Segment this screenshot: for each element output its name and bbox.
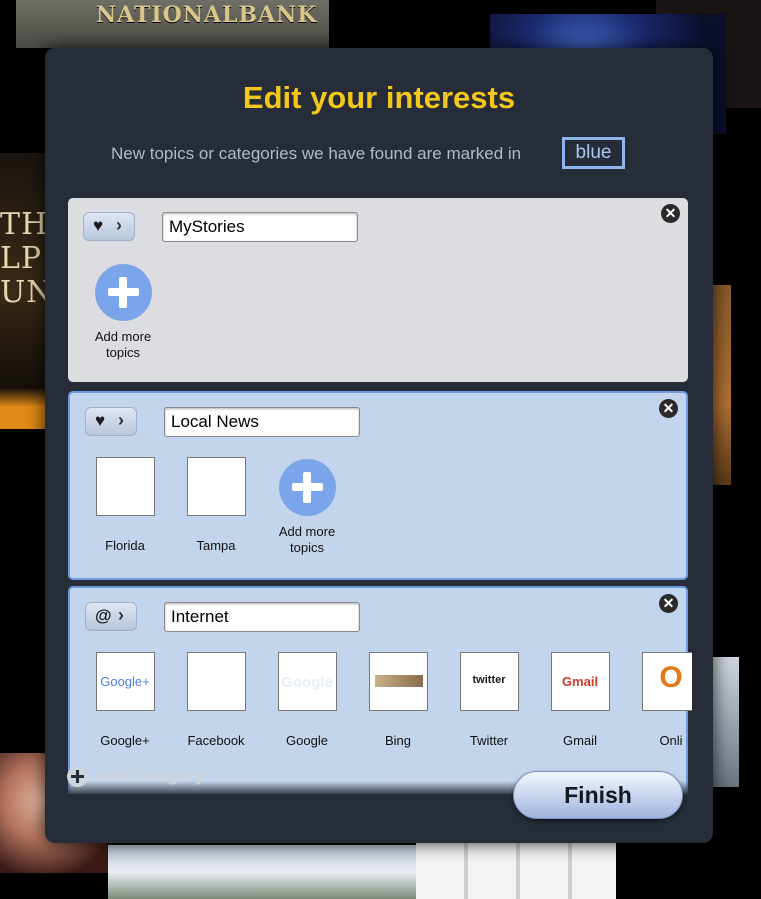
heart-icon: ♥	[93, 216, 104, 235]
category-name-input[interactable]	[164, 602, 360, 632]
category-name-input[interactable]	[162, 212, 358, 242]
screen: NATIONALBANK THI LP UNT Edit your intere…	[0, 0, 761, 899]
edit-interests-dialog: Edit your interests New topics or catego…	[45, 48, 713, 843]
topic-tile[interactable]: Google+ Google+	[85, 652, 165, 748]
topic-thumbnail	[368, 652, 428, 711]
topic-thumbnail	[95, 457, 155, 516]
add-topics-button[interactable]: Add more topics	[83, 264, 163, 361]
remove-category-button[interactable]: ✕	[661, 204, 680, 223]
topic-tile[interactable]: facebook Facebook	[176, 652, 256, 748]
topic-label: Florida	[105, 538, 145, 553]
finish-button[interactable]: Finish	[513, 771, 683, 819]
chevron-right-icon: ›	[116, 215, 122, 235]
google-plus-logo: Google+	[100, 674, 150, 689]
topic-label: Gmail	[563, 733, 597, 748]
plus-icon	[278, 459, 336, 516]
facebook-logo: facebook	[191, 674, 241, 686]
topic-label: Tampa	[196, 538, 236, 553]
bank-sign-text: NATIONALBANK	[96, 2, 318, 28]
topic-label: Onli	[659, 733, 683, 748]
background-photo-strip-2	[712, 657, 739, 787]
online-logo: O	[659, 661, 683, 694]
dialog-subtitle: New topics or categories we have found a…	[111, 144, 522, 163]
gmail-logo: Gmail	[561, 674, 599, 689]
topic-thumbnail: O	[641, 652, 692, 711]
topic-label: Bing	[384, 733, 412, 748]
plus-icon	[94, 264, 152, 321]
category-type-button[interactable]: @ ›	[85, 602, 137, 631]
topic-tile[interactable]: Gmail Gmail	[540, 652, 620, 748]
chevron-right-icon: ›	[118, 410, 124, 430]
background-photo-bank: NATIONALBANK	[16, 0, 329, 48]
heart-icon: ♥	[95, 411, 106, 430]
category-list[interactable]: ♥ › ✕ Add more topics ♥ › ✕	[68, 198, 692, 794]
category-name-input[interactable]	[164, 407, 360, 437]
close-icon: ✕	[664, 205, 677, 221]
remove-category-button[interactable]: ✕	[659, 399, 678, 418]
add-topics-label: Add more topics	[278, 524, 336, 555]
background-photo-building	[108, 845, 416, 899]
category-type-button[interactable]: ♥ ›	[85, 407, 137, 436]
topic-thumbnail: Google	[277, 652, 337, 711]
topic-thumbnail: facebook	[186, 652, 246, 711]
bing-screenshot	[374, 675, 423, 687]
add-topics-label: Add more topics	[94, 329, 152, 360]
google-logo: Google	[281, 674, 333, 691]
twitter-logo: twitter	[472, 674, 506, 686]
topic-label: Google	[286, 733, 328, 748]
topic-tile[interactable]: O Onli	[631, 652, 692, 748]
category-type-button[interactable]: ♥ ›	[83, 212, 135, 241]
close-icon: ✕	[662, 400, 675, 416]
topic-tile[interactable]: Florida	[85, 457, 165, 553]
add-category-label: Add Category	[93, 766, 205, 785]
category-card-mystories: ♥ › ✕ Add more topics	[68, 198, 688, 382]
topic-tile[interactable]: twitter Twitter	[449, 652, 529, 748]
category-card-internet: @ › ✕ Google+ Google+ facebook Facebook	[68, 586, 692, 794]
blue-highlight-legend: blue	[562, 137, 625, 169]
topic-tile[interactable]: Bing	[358, 652, 438, 748]
add-topics-button[interactable]: Add more topics	[267, 459, 347, 556]
topic-thumbnail: Google+	[95, 652, 155, 711]
background-photo-strip	[712, 285, 731, 485]
topic-label: Google+	[100, 733, 150, 748]
topic-label: Twitter	[469, 733, 509, 748]
topic-label: Facebook	[187, 733, 245, 748]
topic-thumbnail	[186, 457, 246, 516]
topic-tile[interactable]: Google Google	[267, 652, 347, 748]
at-icon: @	[95, 606, 112, 625]
category-card-local-news: ♥ › ✕ Florida Tampa Add more topics	[68, 391, 688, 580]
topic-tile[interactable]: Tampa	[176, 457, 256, 553]
chevron-right-icon: ›	[118, 605, 124, 625]
background-photo-boxes	[416, 842, 616, 899]
plus-circle-icon	[67, 766, 88, 787]
dialog-title: Edit your interests	[242, 80, 516, 115]
background-photo-book: THI LP UNT	[0, 153, 74, 429]
remove-category-button[interactable]: ✕	[659, 594, 678, 613]
topic-thumbnail: Gmail	[550, 652, 610, 711]
topic-thumbnail: twitter	[459, 652, 519, 711]
close-icon: ✕	[662, 595, 675, 611]
